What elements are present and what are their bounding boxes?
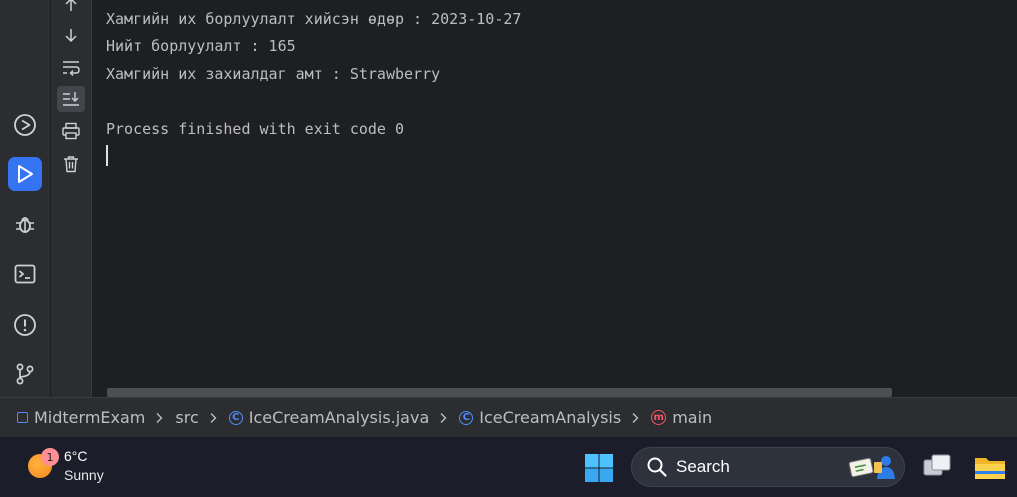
breadcrumb-folder-label: src [175,408,199,427]
console-line: Хамгийн их борлуулалт хийсэн өдөр : 2023… [106,10,522,28]
weather-widget[interactable]: 1 6°C Sunny [28,447,104,485]
run-icon [18,165,33,183]
soft-wrap-button[interactable] [57,54,85,80]
breadcrumb-folder[interactable]: src [175,408,198,427]
breadcrumb-project[interactable]: MidtermExam [17,408,145,427]
scroll-up-icon [65,0,77,11]
print-button[interactable] [57,118,85,144]
breadcrumb-file[interactable]: C IceCreamAnalysis.java [228,408,430,427]
breadcrumb-method[interactable]: m main [651,408,712,427]
console-line: Process finished with exit code 0 [106,120,405,138]
services-button[interactable] [8,108,42,142]
git-button[interactable] [8,357,42,391]
problems-icon [14,314,36,336]
chevron-right-icon [209,412,217,424]
terminal-icon [14,264,36,284]
git-icon [16,363,34,385]
soft-wrap-icon [63,61,80,76]
breadcrumb-project-label: MidtermExam [34,408,146,427]
chevron-right-icon [155,412,163,424]
breadcrumb-method-label: main [672,408,713,427]
module-icon [17,412,28,423]
file-explorer-button[interactable] [972,451,1008,483]
method-icon: m [651,410,667,425]
search-label: Search [676,457,730,476]
taskbar-search[interactable]: Search [631,447,905,487]
folder-icon [975,458,1005,479]
notification-badge: 1 [41,448,59,466]
java-class-icon: C [459,410,474,425]
task-view-button[interactable] [920,451,954,483]
scroll-down-icon [65,29,77,43]
tool-window-stripe [0,0,51,397]
task-view-icon [923,454,951,476]
print-icon [62,122,80,140]
chevron-right-icon [439,412,447,424]
start-button[interactable] [584,453,614,483]
windows-logo-icon [585,454,613,482]
problems-button[interactable] [8,308,42,342]
breadcrumb: MidtermExam src C IceCreamAnalysis.java … [0,397,1017,437]
console-line: Хамгийн их захиалдаг амт : Strawberry [106,65,441,83]
search-icon [647,457,667,477]
breadcrumb-class-label: IceCreamAnalysis [479,408,622,427]
text-caret [106,145,108,166]
breadcrumb-file-label: IceCreamAnalysis.java [248,408,430,427]
horizontal-scrollbar[interactable] [107,388,892,397]
scroll-down-button[interactable] [57,22,85,48]
weather-condition: Sunny [64,467,104,483]
scroll-up-button[interactable] [57,0,85,18]
console-line: Нийт борлуулалт : 165 [106,37,296,55]
java-class-icon: C [228,410,243,425]
sun-icon: 1 [28,448,59,478]
clear-all-button[interactable] [57,151,85,177]
terminal-button[interactable] [8,257,42,291]
search-highlight-icon [848,456,895,479]
console-output[interactable]: Хамгийн их борлуулалт хийсэн өдөр : 2023… [92,0,1017,397]
run-toolbar [51,0,92,397]
taskbar: 1 6°C Sunny Search [0,437,1017,497]
clear-all-icon [64,156,78,173]
run-button[interactable] [8,157,42,191]
debug-button[interactable] [8,207,42,241]
breadcrumb-class[interactable]: C IceCreamAnalysis [459,408,621,427]
debug-icon [16,217,34,233]
chevron-right-icon [631,412,639,424]
scroll-to-end-button[interactable] [57,86,85,112]
services-icon [14,114,36,136]
weather-temperature: 6°C [64,448,88,464]
scroll-to-end-icon [63,92,79,106]
